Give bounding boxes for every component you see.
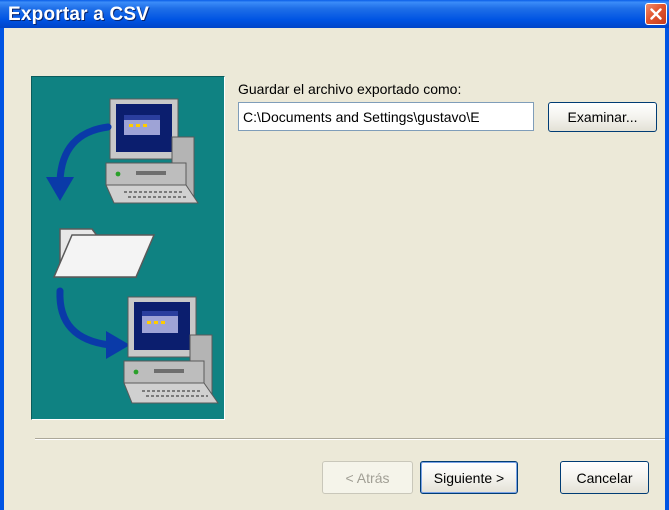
arrow-right-icon bbox=[56, 287, 130, 359]
computer-icon bbox=[123, 296, 219, 404]
title-bar[interactable]: Exportar a CSV bbox=[0, 0, 669, 28]
export-illustration bbox=[46, 98, 219, 404]
window-title: Exportar a CSV bbox=[8, 4, 150, 25]
cancel-button[interactable]: Cancelar bbox=[560, 461, 649, 494]
browse-button[interactable]: Examinar... bbox=[548, 102, 657, 132]
export-path-input[interactable] bbox=[238, 102, 534, 131]
back-button[interactable]: < Atrás bbox=[322, 461, 413, 494]
separator-line bbox=[35, 438, 665, 440]
save-as-label: Guardar el archivo exportado como: bbox=[238, 81, 462, 97]
wizard-illustration bbox=[31, 76, 225, 420]
next-button[interactable]: Siguiente > bbox=[420, 461, 518, 494]
arrow-down-icon bbox=[46, 123, 112, 201]
export-csv-dialog: Exportar a CSV Guardar el archivo export… bbox=[0, 0, 669, 510]
computer-icon bbox=[105, 98, 199, 204]
close-button[interactable] bbox=[645, 3, 667, 25]
folder-icon bbox=[52, 228, 156, 278]
close-icon bbox=[650, 8, 662, 20]
